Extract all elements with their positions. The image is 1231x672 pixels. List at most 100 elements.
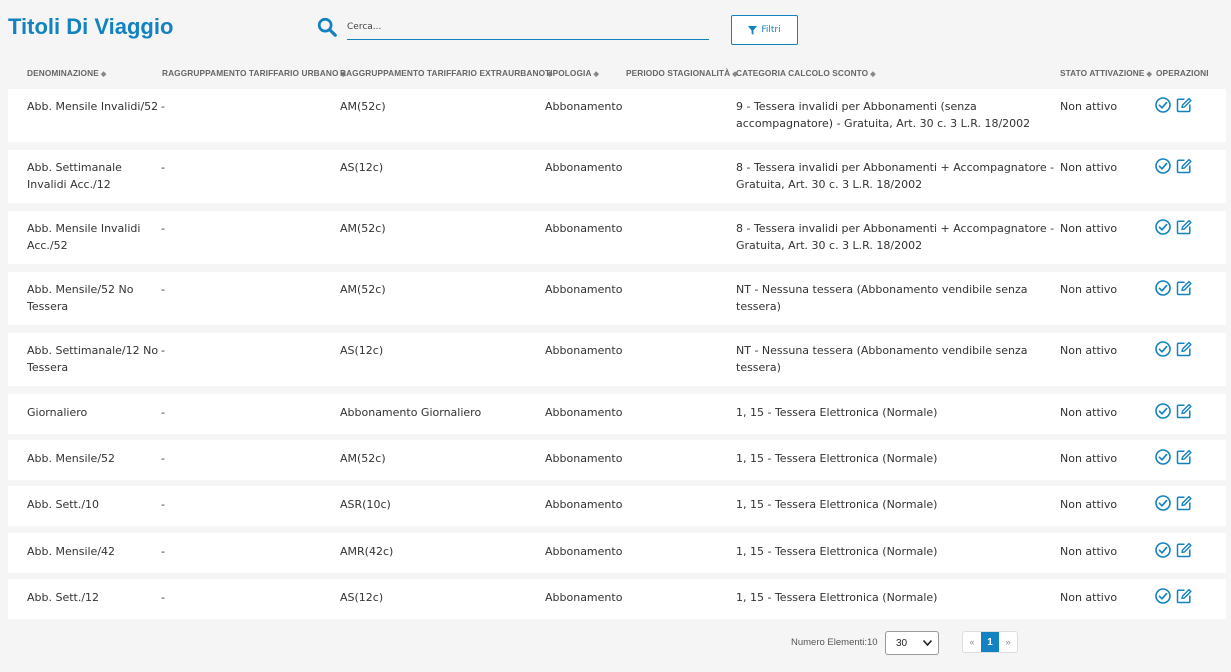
table-row[interactable]: Giornaliero - Abbonamento Giornaliero Abbon… — [8, 394, 1226, 434]
edit-icon[interactable] — [1176, 588, 1192, 604]
cell-categoria: 9 - Tessera invalidi per Abbonamenti (se… — [736, 100, 1031, 130]
cell-extraurbano: ASR(10c) — [340, 498, 391, 511]
cell-tipologia: Abbonamento — [545, 344, 623, 357]
row-operations — [1155, 97, 1192, 113]
cell-urbano: - — [161, 344, 165, 357]
funnel-icon — [748, 25, 758, 35]
cell-tipologia: Abbonamento — [545, 406, 623, 419]
row-operations — [1155, 449, 1192, 465]
row-operations — [1155, 280, 1192, 296]
cell-tipologia: Abbonamento — [545, 283, 623, 296]
cell-categoria: 1, 15 - Tessera Elettronica (Normale) — [736, 545, 938, 558]
column-header-periodo[interactable]: PERIODO STAGIONALITÀ ◆ — [626, 68, 738, 78]
activate-check-icon[interactable] — [1155, 495, 1171, 511]
table-row[interactable]: Abb. Settimanale/12 No Tessera - AS(12c) Ab… — [8, 333, 1226, 386]
pagination: « 1 » — [962, 631, 1018, 653]
cell-tipologia: Abbonamento — [545, 222, 623, 235]
column-header-tipologia[interactable]: TIPOLOGIA ◆ — [545, 68, 599, 78]
table-row[interactable]: Abb. Settimanale Invalidi Acc./12 - AS(12c… — [8, 150, 1226, 203]
search-icon[interactable] — [316, 16, 338, 38]
cell-denominazione: Abb. Mensile Invalidi/52 — [27, 100, 159, 113]
column-header-stato[interactable]: STATO ATTIVAZIONE ◆ — [1060, 68, 1152, 78]
cell-denominazione: Abb. Mensile/42 — [27, 545, 116, 558]
page-size-select[interactable]: 30 — [885, 631, 939, 655]
cell-stato: Non attivo — [1060, 161, 1118, 174]
pagination-next[interactable]: » — [999, 632, 1017, 652]
cell-stato: Non attivo — [1060, 591, 1118, 604]
cell-extraurbano: AM(52c) — [340, 222, 386, 235]
cell-denominazione: Giornaliero — [27, 406, 88, 419]
table-row[interactable]: Abb. Sett./12 - AS(12c) Abbonamento 1, 15 - … — [8, 579, 1226, 619]
cell-urbano: - — [161, 161, 165, 174]
search-input[interactable] — [347, 18, 709, 40]
column-header-urbano[interactable]: RAGGRUPPAMENTO TARIFFARIO URBANO ◆ — [162, 68, 346, 78]
cell-stato: Non attivo — [1060, 283, 1118, 296]
activate-check-icon[interactable] — [1155, 219, 1171, 235]
cell-categoria: 1, 15 - Tessera Elettronica (Normale) — [736, 498, 938, 511]
pagination-page[interactable]: 1 — [981, 632, 999, 652]
cell-extraurbano: AM(52c) — [340, 452, 386, 465]
activate-check-icon[interactable] — [1155, 588, 1171, 604]
filter-button[interactable]: Filtri — [731, 15, 798, 45]
activate-check-icon[interactable] — [1155, 280, 1171, 296]
edit-icon[interactable] — [1176, 403, 1192, 419]
cell-extraurbano: AM(52c) — [340, 100, 386, 113]
row-operations — [1155, 495, 1192, 511]
cell-extraurbano: AS(12c) — [340, 161, 384, 174]
cell-urbano: - — [161, 591, 165, 604]
edit-icon[interactable] — [1176, 495, 1192, 511]
cell-extraurbano: AS(12c) — [340, 591, 384, 604]
column-header-extraurbano[interactable]: RAGGRUPPAMENTO TARIFFARIO EXTRAURBANO ◆ — [340, 68, 553, 78]
cell-denominazione: Abb. Sett./12 — [27, 591, 100, 604]
cell-categoria: 1, 15 - Tessera Elettronica (Normale) — [736, 406, 938, 419]
cell-extraurbano: Abbonamento Giornaliero — [340, 406, 482, 419]
cell-urbano: - — [161, 100, 165, 113]
cell-extraurbano: AMR(42c) — [340, 545, 394, 558]
cell-denominazione: Abb. Mensile/52 — [27, 452, 116, 465]
chevron-down-icon — [923, 640, 932, 646]
table-header: DENOMINAZIONE ◆ RAGGRUPPAMENTO TARIFFARIO… — [0, 68, 1231, 82]
sort-icon: ◆ — [593, 71, 600, 78]
edit-icon[interactable] — [1176, 449, 1192, 465]
cell-extraurbano: AS(12c) — [340, 344, 384, 357]
cell-stato: Non attivo — [1060, 344, 1118, 357]
cell-categoria: NT - Nessuna tessera (Abbonamento vendib… — [736, 283, 1028, 313]
cell-denominazione: Abb. Settimanale Invalidi Acc./12 — [27, 161, 122, 191]
activate-check-icon[interactable] — [1155, 403, 1171, 419]
edit-icon[interactable] — [1176, 97, 1192, 113]
activate-check-icon[interactable] — [1155, 341, 1171, 357]
table-row[interactable]: Abb. Mensile/52 - AM(52c) Abbonamento 1, 15 … — [8, 440, 1226, 480]
table-row[interactable]: Abb. Mensile Invalidi/52- AM(52c) Abboname… — [8, 89, 1226, 142]
activate-check-icon[interactable] — [1155, 158, 1171, 174]
edit-icon[interactable] — [1176, 158, 1192, 174]
cell-denominazione: Abb. Mensile/52 No Tessera — [27, 283, 134, 313]
edit-icon[interactable] — [1176, 542, 1192, 558]
table-row[interactable]: Abb. Mensile Invalidi Acc./52 - AM(52c) Abb… — [8, 211, 1226, 264]
table-row[interactable]: Abb. Sett./10 - ASR(10c) Abbonamento 1, 15 -… — [8, 486, 1226, 526]
cell-tipologia: Abbonamento — [545, 452, 623, 465]
pagination-prev[interactable]: « — [963, 632, 981, 652]
edit-icon[interactable] — [1176, 280, 1192, 296]
cell-categoria: 8 - Tessera invalidi per Abbonamenti + A… — [736, 161, 1055, 191]
cell-stato: Non attivo — [1060, 545, 1118, 558]
sort-icon: ◆ — [100, 71, 107, 78]
cell-urbano: - — [161, 498, 165, 511]
table-row[interactable]: Abb. Mensile/42 - AMR(42c) Abbonamento 1, 15… — [8, 533, 1226, 573]
cell-urbano: - — [161, 406, 165, 419]
cell-categoria: NT - Nessuna tessera (Abbonamento vendib… — [736, 344, 1028, 374]
row-operations — [1155, 219, 1192, 235]
edit-icon[interactable] — [1176, 219, 1192, 235]
column-header-categoria[interactable]: CATEGORIA CALCOLO SCONTO ◆ — [736, 68, 876, 78]
cell-stato: Non attivo — [1060, 498, 1118, 511]
edit-icon[interactable] — [1176, 341, 1192, 357]
table-row[interactable]: Abb. Mensile/52 No Tessera - AM(52c) Abbona… — [8, 272, 1226, 325]
column-header-denominazione[interactable]: DENOMINAZIONE ◆ — [27, 68, 106, 78]
activate-check-icon[interactable] — [1155, 449, 1171, 465]
cell-tipologia: Abbonamento — [545, 591, 623, 604]
activate-check-icon[interactable] — [1155, 97, 1171, 113]
column-header-operazioni: OPERAZIONI — [1156, 68, 1209, 78]
row-operations — [1155, 341, 1192, 357]
sort-icon: ◆ — [1146, 71, 1152, 78]
row-operations — [1155, 158, 1192, 174]
activate-check-icon[interactable] — [1155, 542, 1171, 558]
